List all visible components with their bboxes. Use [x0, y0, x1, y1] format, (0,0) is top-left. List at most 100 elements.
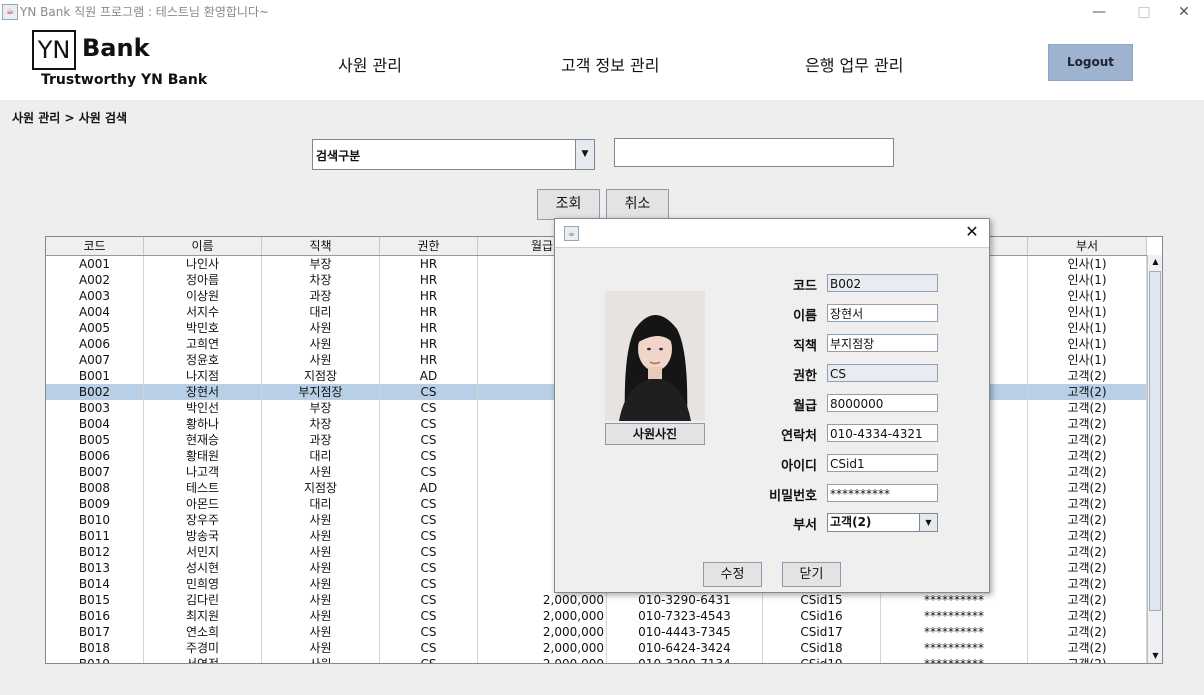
cell-position: 부지점장 — [262, 384, 380, 400]
table-row[interactable]: B016 최지원 사원 CS 2,000,000 010-7323-4543 CSid16 *… — [46, 608, 1147, 624]
table-row[interactable]: B019 서연정 사원 CS 2,000,000 010-3290-7134 CSid19 *… — [46, 656, 1147, 663]
cell-code: B001 — [46, 368, 144, 384]
cell-code: A007 — [46, 352, 144, 368]
cell-department: 고객(2) — [1028, 528, 1147, 544]
column-header-position[interactable]: 직책 — [262, 237, 380, 255]
cell-code: B005 — [46, 432, 144, 448]
app-header: YN Bank Trustworthy YN Bank 사원 관리 고객 정보 … — [0, 24, 1204, 100]
window-titlebar: ☕ YN Bank 직원 프로그램 : 테스트님 환영합니다~ — □ ✕ — [0, 0, 1204, 24]
table-row[interactable]: B017 연소희 사원 CS 2,000,000 010-4443-7345 CSid17 *… — [46, 624, 1147, 640]
cell-role: HR — [380, 272, 478, 288]
cell-position: 부장 — [262, 256, 380, 272]
field-label-name: 이름 — [793, 309, 817, 324]
cell-department: 고객(2) — [1028, 576, 1147, 592]
cell-code: A006 — [46, 336, 144, 352]
field-label-position: 직책 — [793, 339, 817, 354]
field-label-phone: 연락처 — [781, 429, 817, 444]
field-input-phone[interactable]: 010-4334-4321 — [827, 424, 938, 442]
field-input-userid[interactable]: CSid1 — [827, 454, 938, 472]
cell-role: AD — [380, 368, 478, 384]
cell-position: 과장 — [262, 288, 380, 304]
cell-department: 고객(2) — [1028, 448, 1147, 464]
cell-password: ********** — [881, 624, 1028, 640]
cell-code: B010 — [46, 512, 144, 528]
nav-customer-info-management[interactable]: 고객 정보 관리 — [561, 52, 660, 76]
cell-department: 고객(2) — [1028, 496, 1147, 512]
cell-department: 고객(2) — [1028, 400, 1147, 416]
field-label-role: 권한 — [793, 369, 817, 384]
cell-position: 대리 — [262, 448, 380, 464]
field-label-code: 코드 — [793, 279, 817, 294]
cell-userid: CSid16 — [763, 608, 881, 624]
column-header-role[interactable]: 권한 — [380, 237, 478, 255]
nav-employee-management[interactable]: 사원 관리 — [338, 52, 402, 76]
cell-department: 고객(2) — [1028, 432, 1147, 448]
scrollbar-thumb[interactable] — [1149, 271, 1161, 611]
employee-photo — [605, 291, 705, 421]
cell-position: 대리 — [262, 304, 380, 320]
scroll-down-icon[interactable]: ▼ — [1148, 649, 1162, 663]
cell-salary: 2,000,000 — [478, 608, 607, 624]
cell-department: 고객(2) — [1028, 368, 1147, 384]
cell-department: 인사(1) — [1028, 272, 1147, 288]
field-label-password: 비밀번호 — [769, 489, 817, 504]
cell-role: CS — [380, 448, 478, 464]
logout-button[interactable]: Logout — [1048, 44, 1133, 81]
cell-name: 정윤호 — [144, 352, 262, 368]
table-scrollbar[interactable]: ▲ ▼ — [1147, 255, 1162, 663]
cancel-search-button[interactable]: 취소 — [606, 189, 669, 220]
search-button[interactable]: 조회 — [537, 189, 600, 220]
cell-department: 고객(2) — [1028, 544, 1147, 560]
column-header-department[interactable]: 부서 — [1028, 237, 1147, 255]
chevron-down-icon[interactable]: ▼ — [919, 514, 937, 531]
cell-role: CS — [380, 608, 478, 624]
cell-code: A001 — [46, 256, 144, 272]
cell-code: B002 — [46, 384, 144, 400]
cell-name: 서연정 — [144, 656, 262, 663]
cell-userid: CSid18 — [763, 640, 881, 656]
cell-name: 성시현 — [144, 560, 262, 576]
cell-role: CS — [380, 560, 478, 576]
cell-name: 현재승 — [144, 432, 262, 448]
column-header-code[interactable]: 코드 — [46, 237, 144, 255]
cell-phone: 010-7323-4543 — [607, 608, 763, 624]
cell-code: A002 — [46, 272, 144, 288]
cell-password: ********** — [881, 656, 1028, 663]
column-header-name[interactable]: 이름 — [144, 237, 262, 255]
employee-photo-button[interactable]: 사원사진 — [605, 423, 705, 445]
field-input-salary[interactable]: 8000000 — [827, 394, 938, 412]
field-input-position[interactable]: 부지점장 — [827, 334, 938, 352]
maximize-button[interactable]: □ — [1124, 2, 1164, 22]
edit-button[interactable]: 수정 — [703, 562, 762, 587]
cell-position: 사원 — [262, 352, 380, 368]
scroll-up-icon[interactable]: ▲ — [1148, 255, 1162, 269]
cell-position: 대리 — [262, 496, 380, 512]
close-dialog-button[interactable]: 닫기 — [782, 562, 841, 587]
close-window-button[interactable]: ✕ — [1164, 2, 1204, 22]
search-type-select[interactable]: 검색구분 ▼ — [312, 139, 595, 170]
cell-position: 사원 — [262, 560, 380, 576]
table-row[interactable]: B015 김다린 사원 CS 2,000,000 010-3290-6431 CSid15 *… — [46, 592, 1147, 608]
cell-name: 나인사 — [144, 256, 262, 272]
dialog-titlebar: ☕ ✕ — [555, 219, 989, 248]
department-select[interactable]: 고객(2) ▼ — [827, 513, 938, 532]
table-row[interactable]: B018 주경미 사원 CS 2,000,000 010-6424-3424 CSid18 *… — [46, 640, 1147, 656]
cell-code: B012 — [46, 544, 144, 560]
dialog-close-icon[interactable]: ✕ — [961, 221, 983, 243]
cell-position: 사원 — [262, 544, 380, 560]
cell-role: AD — [380, 480, 478, 496]
cell-department: 고객(2) — [1028, 560, 1147, 576]
chevron-down-icon[interactable]: ▼ — [575, 140, 594, 169]
cell-role: CS — [380, 464, 478, 480]
search-input[interactable] — [614, 138, 894, 167]
cell-role: CS — [380, 576, 478, 592]
field-input-password[interactable]: ********** — [827, 484, 938, 502]
nav-bank-work-management[interactable]: 은행 업무 관리 — [805, 52, 904, 76]
cell-name: 장우주 — [144, 512, 262, 528]
cell-position: 사원 — [262, 592, 380, 608]
cell-name: 서지수 — [144, 304, 262, 320]
cell-code: B013 — [46, 560, 144, 576]
cell-password: ********** — [881, 592, 1028, 608]
field-input-name[interactable]: 장현서 — [827, 304, 938, 322]
minimize-button[interactable]: — — [1079, 2, 1119, 22]
